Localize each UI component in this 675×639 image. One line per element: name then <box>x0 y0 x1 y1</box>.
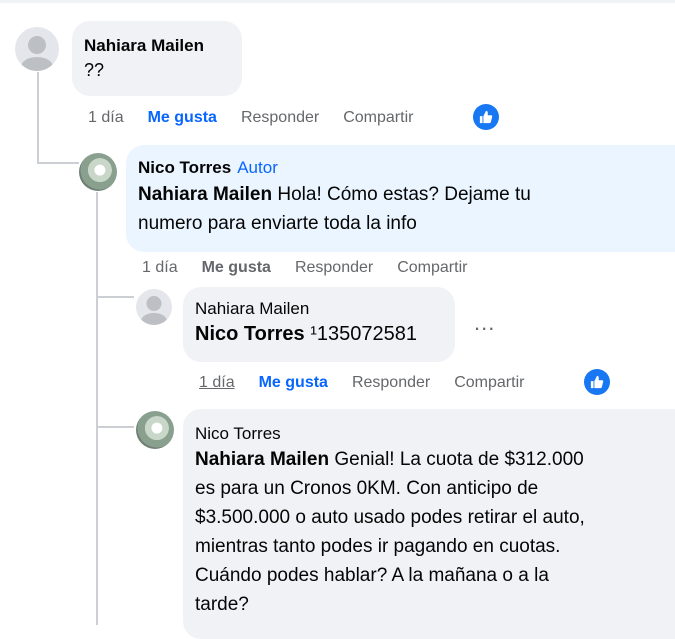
like-button[interactable]: Me gusta <box>148 109 217 127</box>
comment-author[interactable]: Nahiara Mailen <box>84 35 230 57</box>
comment-text: Nico Torres ¹135072581 <box>195 320 443 349</box>
comment-actions: 1 día Me gusta Responder Compartir <box>199 374 548 392</box>
comment-bubble: Nico Torres Autor Nahiara Mailen Hola! Có… <box>126 145 675 252</box>
like-button[interactable]: Me gusta <box>202 259 271 277</box>
mention[interactable]: Nahiara Mailen <box>195 449 329 470</box>
like-button[interactable]: Me gusta <box>259 374 328 392</box>
thread-line <box>96 192 98 625</box>
thread-line <box>37 72 39 164</box>
comment-text-line: numero para enviarte toda la info <box>138 213 417 234</box>
comment-bubble: Nico Torres Nahiara Mailen Genial! La cu… <box>183 409 675 639</box>
comment-bubble: Nahiara Mailen ?? <box>72 21 242 96</box>
author-badge: Autor <box>237 158 278 177</box>
comment-time[interactable]: 1 día <box>88 109 124 127</box>
comment-text-line: Genial! La cuota de $312.000 <box>329 449 584 470</box>
comment-bubble: Nahiara Mailen Nico Torres ¹135072581 <box>183 287 455 362</box>
like-thumb-icon[interactable] <box>473 104 499 130</box>
avatar[interactable] <box>136 411 174 449</box>
mention[interactable]: Nahiara Mailen <box>138 184 272 205</box>
avatar[interactable] <box>15 27 59 71</box>
thread-line <box>96 296 134 298</box>
thread-line <box>96 426 134 428</box>
reply-button[interactable]: Responder <box>352 374 430 392</box>
comment-text-line: $3.500.000 o auto usado podes retirar el… <box>195 507 585 528</box>
comment-text-line: mientras tanto podes ir pagando en cuota… <box>195 536 561 557</box>
comment-text-line: Hola! Cómo estas? Dejame tu <box>272 184 531 205</box>
reply-button[interactable]: Responder <box>295 259 373 277</box>
comment-text: ?? <box>84 60 105 80</box>
reply-button[interactable]: Responder <box>241 109 319 127</box>
like-thumb-icon[interactable] <box>584 369 610 395</box>
comment-text-line: es para un Cronos 0KM. Con anticipo de <box>195 478 539 499</box>
thread-line <box>37 162 79 164</box>
comment-actions: 1 día Me gusta Responder Compartir <box>142 259 491 277</box>
share-button[interactable]: Compartir <box>454 374 524 392</box>
top-divider <box>0 0 675 3</box>
comment-time[interactable]: 1 día <box>142 259 178 277</box>
comment-time[interactable]: 1 día <box>199 374 235 392</box>
avatar[interactable] <box>79 153 117 191</box>
comment-author[interactable]: Nico Torres <box>195 423 663 445</box>
comment-author[interactable]: Nahiara Mailen <box>195 298 443 320</box>
comment-actions: 1 día Me gusta Responder Compartir <box>88 109 437 127</box>
comment-text: Nahiara Mailen Hola! Cómo estas? Dejame … <box>138 180 663 238</box>
share-button[interactable]: Compartir <box>397 259 467 277</box>
share-button[interactable]: Compartir <box>343 109 413 127</box>
comment-text-line: Cuándo podes hablar? A la mañana o a la <box>195 565 549 586</box>
comment-text-line: tarde? <box>195 594 249 615</box>
avatar[interactable] <box>136 289 172 325</box>
comment-text-line: ¹135072581 <box>304 323 417 345</box>
mention[interactable]: Nico Torres <box>195 323 305 345</box>
more-options-icon[interactable]: ... <box>474 312 495 334</box>
comment-text: Nahiara Mailen Genial! La cuota de $312.… <box>195 445 663 619</box>
comment-author[interactable]: Nico Torres <box>138 158 231 177</box>
